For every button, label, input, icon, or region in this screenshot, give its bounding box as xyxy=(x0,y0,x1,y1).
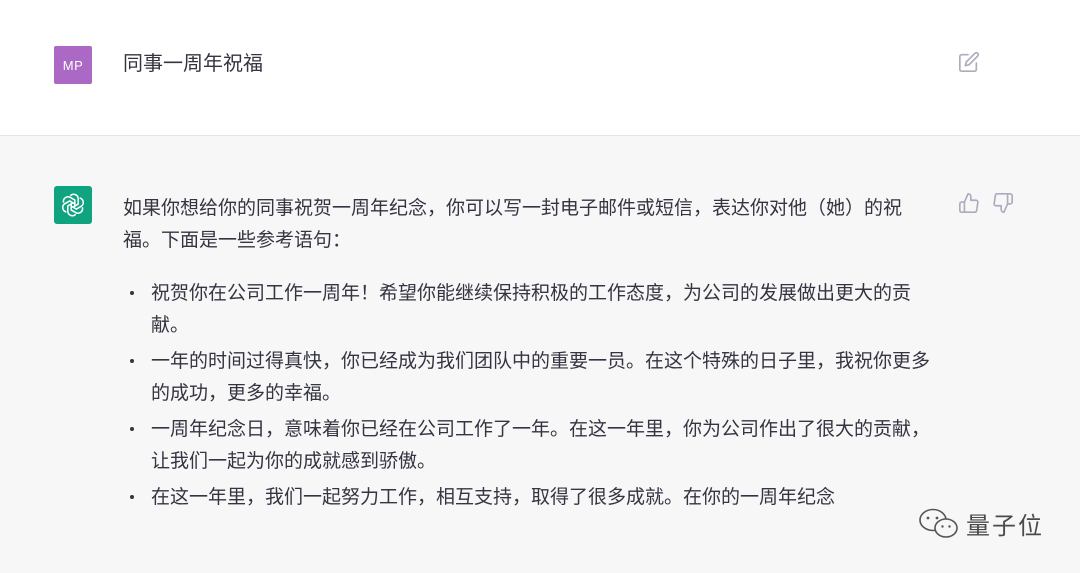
list-item: 一周年纪念日，意味着你已经在公司工作了一年。在这一年里，你为公司作出了很大的贡献… xyxy=(130,413,938,477)
watermark-text: 量子位 xyxy=(966,512,1044,540)
wechat-icon xyxy=(919,508,958,538)
list-item: 一年的时间过得真快，你已经成为我们团队中的重要一员。在这个特殊的日子里，我祝你更… xyxy=(130,345,938,409)
user-avatar-initials: MP xyxy=(62,57,84,73)
suggestion-list: 祝贺你在公司工作一周年！希望你能继续保持积极的工作态度，为公司的发展做出更大的贡… xyxy=(123,277,938,513)
user-message-text: 同事一周年祝福 xyxy=(123,51,263,75)
watermark: 量子位 xyxy=(918,506,1044,541)
assistant-avatar xyxy=(54,186,92,224)
feedback-buttons xyxy=(958,192,1014,214)
assistant-intro: 如果你想给你的同事祝贺一周年纪念，你可以写一封电子邮件或短信，表达你对他（她）的… xyxy=(123,197,903,251)
assistant-message-text: 如果你想给你的同事祝贺一周年纪念，你可以写一封电子邮件或短信，表达你对他（她）的… xyxy=(123,192,938,517)
openai-logo-icon xyxy=(62,193,84,217)
list-item: 祝贺你在公司工作一周年！希望你能继续保持积极的工作态度，为公司的发展做出更大的贡… xyxy=(130,277,938,341)
thumbs-down-icon[interactable] xyxy=(992,192,1014,214)
edit-icon[interactable] xyxy=(958,51,980,73)
list-item: 在这一年里，我们一起努力工作，相互支持，取得了很多成就。在你的一周年纪念 xyxy=(130,481,938,513)
user-message-row: MP 同事一周年祝福 xyxy=(0,0,1080,136)
user-avatar: MP xyxy=(54,46,92,84)
thumbs-up-icon[interactable] xyxy=(958,192,980,214)
